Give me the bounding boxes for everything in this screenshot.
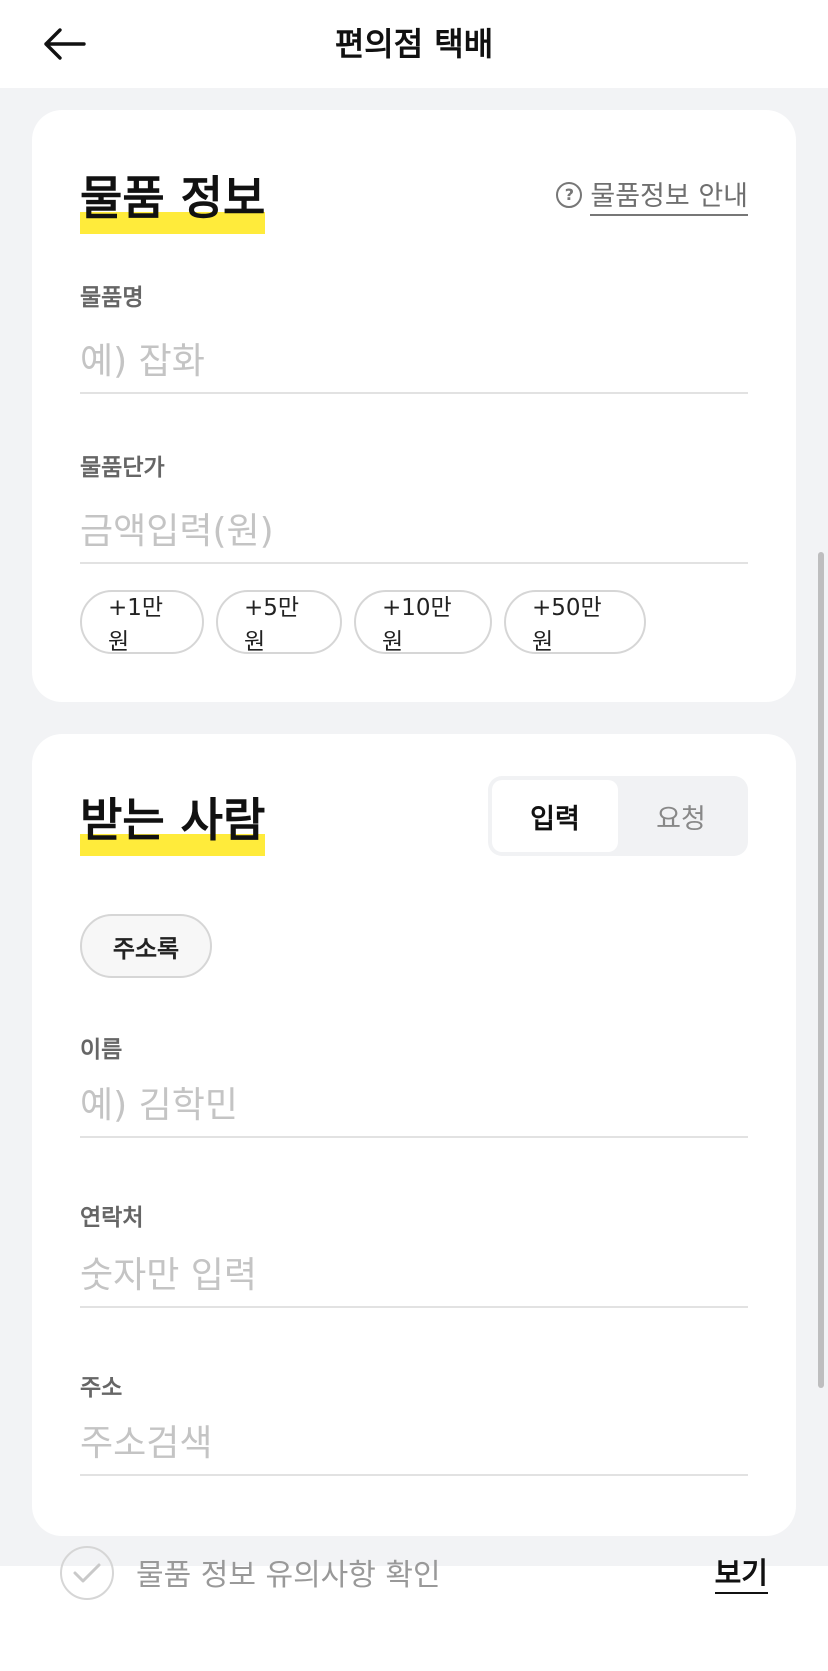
item-info-card: 물품 정보 ? 물품정보 안내 물품명 물품단가 +1만원 +5만원 +10만원…: [32, 110, 796, 702]
add-10k-chip[interactable]: +1만원: [80, 590, 204, 655]
add-50k-chip[interactable]: +5만원: [216, 590, 342, 655]
item-name-input[interactable]: [80, 330, 748, 394]
item-name-label: 물품명: [80, 285, 144, 311]
bottom-bar: 물품 정보 유의사항 확인 보기: [0, 1546, 828, 1671]
question-circle-icon: ?: [556, 182, 583, 208]
page-title: 편의점 택배: [334, 25, 494, 63]
add-500k-chip[interactable]: +50만원: [504, 590, 646, 655]
recipient-card: 받는 사람 입력 요청 주소록 이름 연락처 주소: [32, 734, 796, 1536]
recipient-phone-label: 연락처: [80, 1205, 144, 1231]
price-chip-row: +1만원 +5만원 +10만원 +50만원: [80, 590, 646, 655]
recipient-address-label: 주소: [80, 1375, 123, 1401]
notice-confirm-label: 물품 정보 유의사항 확인: [136, 1558, 441, 1593]
add-100k-chip[interactable]: +10만원: [354, 590, 492, 655]
item-price-input[interactable]: [80, 500, 748, 564]
request-mode-tab[interactable]: 요청: [618, 780, 744, 852]
app-header: 편의점 택배: [0, 0, 828, 88]
checkmark-icon: [73, 1563, 101, 1583]
notice-confirm-checkbox[interactable]: [60, 1546, 114, 1600]
view-notice-link[interactable]: 보기: [714, 1550, 768, 1594]
recipient-mode-toggle: 입력 요청: [488, 776, 748, 856]
recipient-name-input[interactable]: [80, 1074, 748, 1138]
input-mode-tab[interactable]: 입력: [492, 780, 618, 852]
recipient-title: 받는 사람: [80, 784, 266, 856]
recipient-address-input[interactable]: [80, 1412, 748, 1476]
item-price-label: 물품단가: [80, 455, 165, 481]
recipient-name-label: 이름: [80, 1037, 123, 1063]
item-info-guide-link[interactable]: ? 물품정보 안내: [556, 174, 748, 216]
item-info-guide-label: 물품정보 안내: [590, 174, 748, 216]
scrollbar[interactable]: [818, 552, 824, 1388]
recipient-phone-input[interactable]: [80, 1244, 748, 1308]
address-book-button[interactable]: 주소록: [80, 914, 212, 978]
item-info-title: 물품 정보: [80, 162, 266, 234]
